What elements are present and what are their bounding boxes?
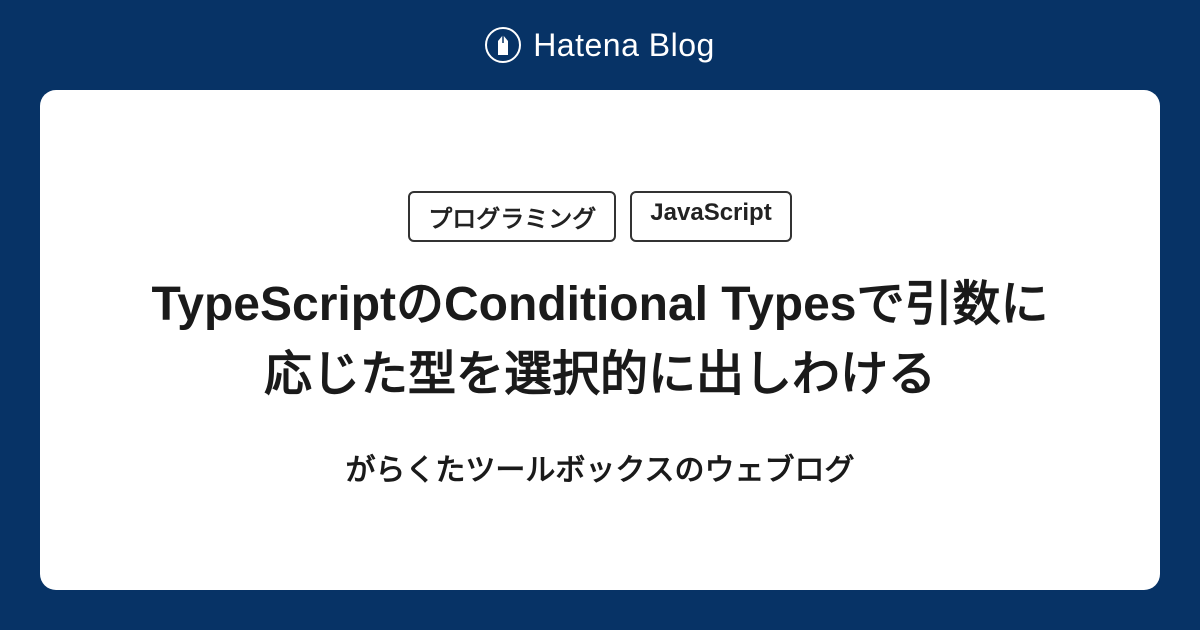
- tag-item[interactable]: JavaScript: [630, 191, 791, 242]
- tag-list: プログラミング JavaScript: [408, 191, 791, 242]
- blog-name: がらくたツールボックスのウェブログ: [345, 445, 854, 489]
- article-title: TypeScriptのConditional Typesで引数に応じた型を選択的…: [150, 270, 1050, 409]
- site-header: Hatena Blog: [0, 0, 1200, 90]
- article-card: プログラミング JavaScript TypeScriptのConditiona…: [40, 90, 1160, 590]
- pen-icon: [494, 34, 512, 56]
- hatena-logo-icon: [485, 27, 521, 63]
- tag-item[interactable]: プログラミング: [408, 191, 616, 242]
- brand-name: Hatena Blog: [533, 27, 715, 64]
